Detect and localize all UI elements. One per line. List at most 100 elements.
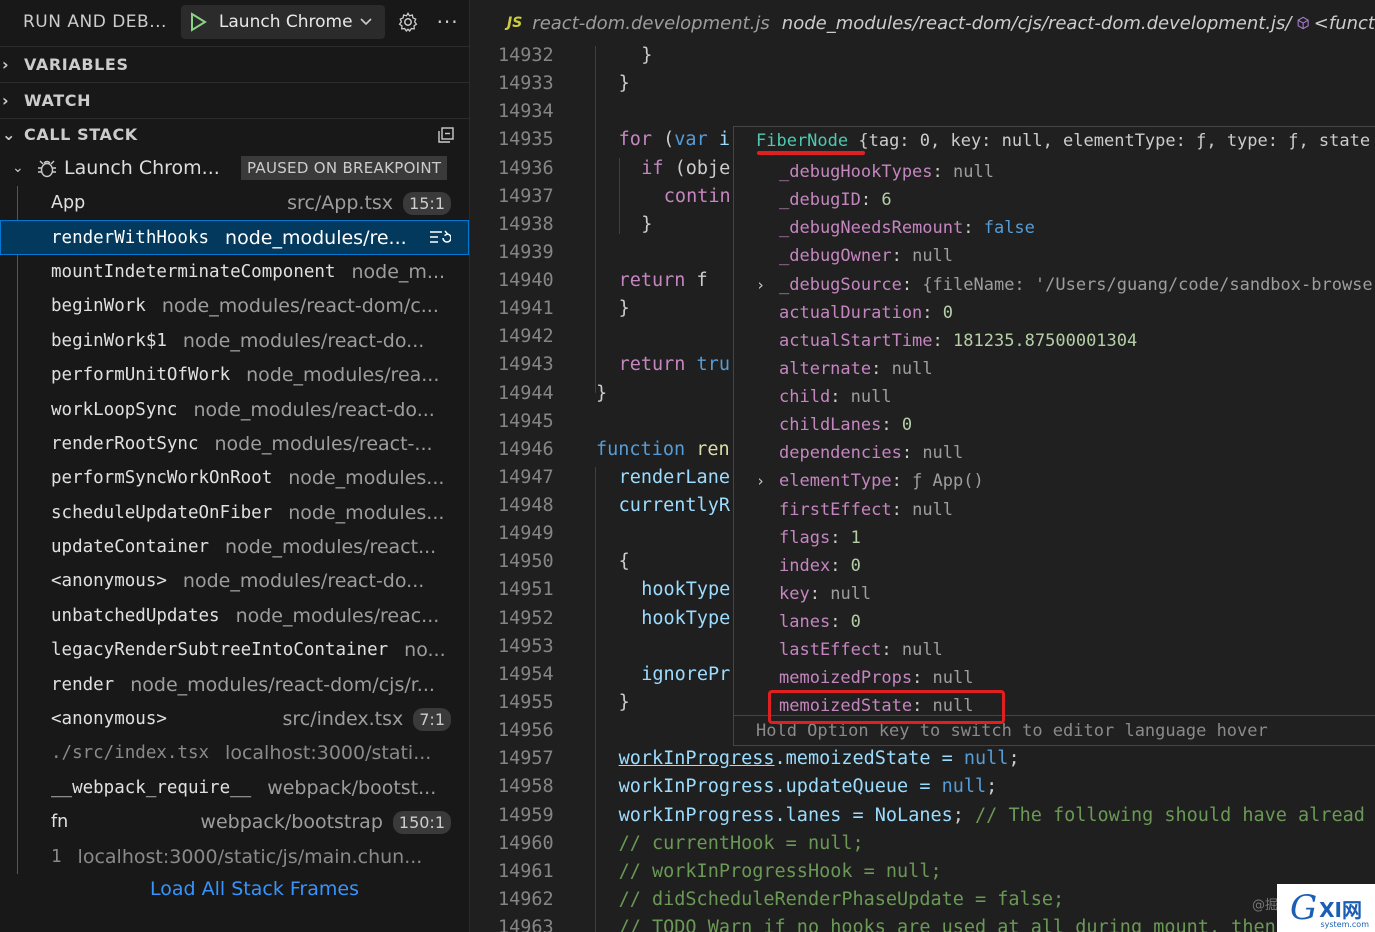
call-stack-frame[interactable]: performUnitOfWork node_modules/rea... xyxy=(0,358,469,392)
hover-separator: : xyxy=(891,499,913,520)
code-token: // didScheduleRenderPhaseUpdate = false; xyxy=(618,888,1065,910)
hover-property-value: 0 xyxy=(942,302,954,323)
hover-property-row[interactable]: › _debugSource: {fileName: '/Users/guang/… xyxy=(734,271,1375,299)
hover-property: actualDuration: 0 xyxy=(779,299,953,327)
code-text: if (obje xyxy=(641,155,730,183)
breadcrumb-file-path[interactable]: node_modules/react-dom/cjs/react-dom.dev… xyxy=(782,13,1292,34)
code-token: workInProgress.updateQueue = xyxy=(618,776,942,798)
code-text: } xyxy=(619,295,630,323)
thread-name: Launch Chrom... xyxy=(64,157,220,179)
hover-property-row[interactable]: › elementType: ƒ App() xyxy=(734,467,1375,495)
call-stack-frame[interactable]: <anonymous> node_modules/react-do... xyxy=(0,564,469,598)
more-actions-icon[interactable]: ··· xyxy=(437,10,459,34)
call-stack-section-header[interactable]: ⌄ CALL STACK xyxy=(0,118,469,150)
line-number: 14943 xyxy=(498,354,554,376)
code-line[interactable]: 14959 workInProgress.lanes = NoLanes; // … xyxy=(471,802,1375,830)
collapse-all-icon[interactable] xyxy=(437,126,455,144)
hover-separator: : xyxy=(809,583,831,604)
hover-property-value: null xyxy=(850,387,892,408)
call-stack-frame[interactable]: mountIndeterminateComponent node_m... xyxy=(0,255,469,289)
watch-section-header[interactable]: › WATCH xyxy=(0,82,469,118)
call-stack-frame[interactable]: App src/App.tsx 15:1 xyxy=(0,186,469,220)
code-line[interactable]: 14958 workInProgress.updateQueue = null; xyxy=(471,773,1375,801)
variables-section-title: VARIABLES xyxy=(24,55,129,74)
call-stack-frame[interactable]: performSyncWorkOnRoot node_modules... xyxy=(0,461,469,495)
variables-section-header[interactable]: › VARIABLES xyxy=(0,46,469,82)
frame-function-name: render xyxy=(51,674,115,695)
breadcrumb-file-name[interactable]: react-dom.development.js xyxy=(532,13,770,34)
call-stack-frame[interactable]: 1 localhost:3000/static/js/main.chun... xyxy=(0,839,469,873)
debug-hover-popup[interactable]: FiberNode {tag: 0, key: null, elementTyp… xyxy=(733,126,1375,746)
line-number: 14958 xyxy=(498,776,554,798)
watermark-g: G xyxy=(1289,888,1318,928)
code-line[interactable]: 14934 xyxy=(471,98,1375,126)
play-icon[interactable] xyxy=(189,12,207,32)
hover-property-row: actualDuration: 0 xyxy=(734,299,1375,327)
hover-property: flags: 1 xyxy=(779,524,861,552)
chevron-down-icon: ⌄ xyxy=(2,125,17,144)
debug-thread-row[interactable]: ⌄ Launch Chrom... PAUSED ON BREAKPOINT xyxy=(0,150,469,186)
call-stack-frame[interactable]: unbatchedUpdates node_modules/reac... xyxy=(0,599,469,633)
code-token: null xyxy=(941,776,987,798)
code-line[interactable]: 14962 // didScheduleRenderPhaseUpdate = f… xyxy=(471,886,1375,914)
call-stack-frame[interactable]: updateContainer node_modules/react... xyxy=(0,530,469,564)
code-token: hookType xyxy=(641,579,731,601)
code-token: { xyxy=(618,551,630,573)
code-line[interactable]: 14933} xyxy=(471,70,1375,98)
code-line[interactable]: 14963 // TODO Warn if no hooks are used a… xyxy=(471,914,1375,932)
call-stack-frame[interactable]: renderRootSync node_modules/react-... xyxy=(0,427,469,461)
hover-property-value: {fileName: '/Users/guang/code/sandbox-br… xyxy=(922,274,1373,295)
line-number: 14951 xyxy=(498,579,554,601)
breadcrumb-symbol[interactable]: <funct xyxy=(1314,13,1375,34)
hover-separator: : xyxy=(932,330,954,351)
code-text: currentlyR xyxy=(619,492,730,520)
call-stack-frame[interactable]: render node_modules/react-dom/cjs/r... xyxy=(0,667,469,701)
line-number: 14938 xyxy=(498,213,554,235)
call-stack-frame[interactable]: __webpack_require__ webpack/bootst... xyxy=(0,771,469,805)
call-stack-frame[interactable]: legacyRenderSubtreeIntoContainer no... xyxy=(0,633,469,667)
restart-frame-icon[interactable] xyxy=(429,229,451,247)
code-token: f xyxy=(685,270,708,292)
call-stack-frame[interactable]: scheduleUpdateOnFiber node_modules... xyxy=(0,496,469,530)
launch-config-dropdown[interactable]: Launch Chrome xyxy=(180,5,385,39)
call-stack-frame[interactable]: <anonymous> src/index.tsx 7:1 xyxy=(0,702,469,736)
line-number: 14939 xyxy=(498,241,554,263)
code-line[interactable]: 14932} xyxy=(471,42,1375,70)
call-stack-section-title: CALL STACK xyxy=(24,125,138,144)
code-text: // workInProgressHook = null; xyxy=(619,858,942,886)
call-stack-frame[interactable]: beginWork node_modules/react-dom/c... xyxy=(0,289,469,323)
call-stack-frame[interactable]: renderWithHooks node_modules/re... xyxy=(0,220,469,255)
line-number: 14950 xyxy=(498,551,554,573)
chevron-right-icon[interactable]: › xyxy=(756,467,765,495)
code-token: } xyxy=(596,382,608,404)
gear-icon[interactable] xyxy=(397,11,419,33)
frame-source: node_m... xyxy=(351,260,446,283)
hover-property-key: _debugNeedsRemount xyxy=(779,218,964,239)
hover-property-row: key: null xyxy=(734,580,1375,608)
line-number: 14961 xyxy=(498,860,554,882)
frame-source: no... xyxy=(404,639,446,662)
code-token: (obje xyxy=(663,157,731,179)
call-stack-frame[interactable]: workLoopSync node_modules/react-do... xyxy=(0,392,469,426)
call-stack-frame[interactable]: beginWork$1 node_modules/react-do... xyxy=(0,324,469,358)
call-stack-frame[interactable]: ./src/index.tsx localhost:3000/stati... xyxy=(0,736,469,770)
load-all-stack-frames-link[interactable]: Load All Stack Frames xyxy=(40,874,469,904)
hover-property: lanes: 0 xyxy=(779,608,861,636)
code-line[interactable]: 14957 workInProgress.memoizedState = null… xyxy=(471,745,1375,773)
hover-property-value: 181235.87500001304 xyxy=(953,330,1138,351)
hover-property-row: dependencies: null xyxy=(734,439,1375,467)
chevron-right-icon[interactable]: › xyxy=(756,271,765,299)
code-text: contin xyxy=(664,183,731,211)
code-text: } xyxy=(641,42,652,70)
frame-source: src/index.tsx xyxy=(282,708,404,731)
call-stack-frame[interactable]: fn webpack/bootstrap 150:1 xyxy=(0,805,469,839)
frame-function-name: <anonymous> xyxy=(51,571,167,592)
hover-property-value: null xyxy=(922,443,964,464)
frame-source: node_modules/react-... xyxy=(214,432,433,455)
code-line[interactable]: 14961 // workInProgressHook = null; xyxy=(471,858,1375,886)
hover-property: elementType: ƒ App() xyxy=(779,467,984,495)
code-line[interactable]: 14960 // currentHook = null; xyxy=(471,830,1375,858)
line-number: 14940 xyxy=(498,270,554,292)
watermark-author: @掘 xyxy=(1252,898,1279,913)
code-text: ignorePr xyxy=(641,661,730,689)
